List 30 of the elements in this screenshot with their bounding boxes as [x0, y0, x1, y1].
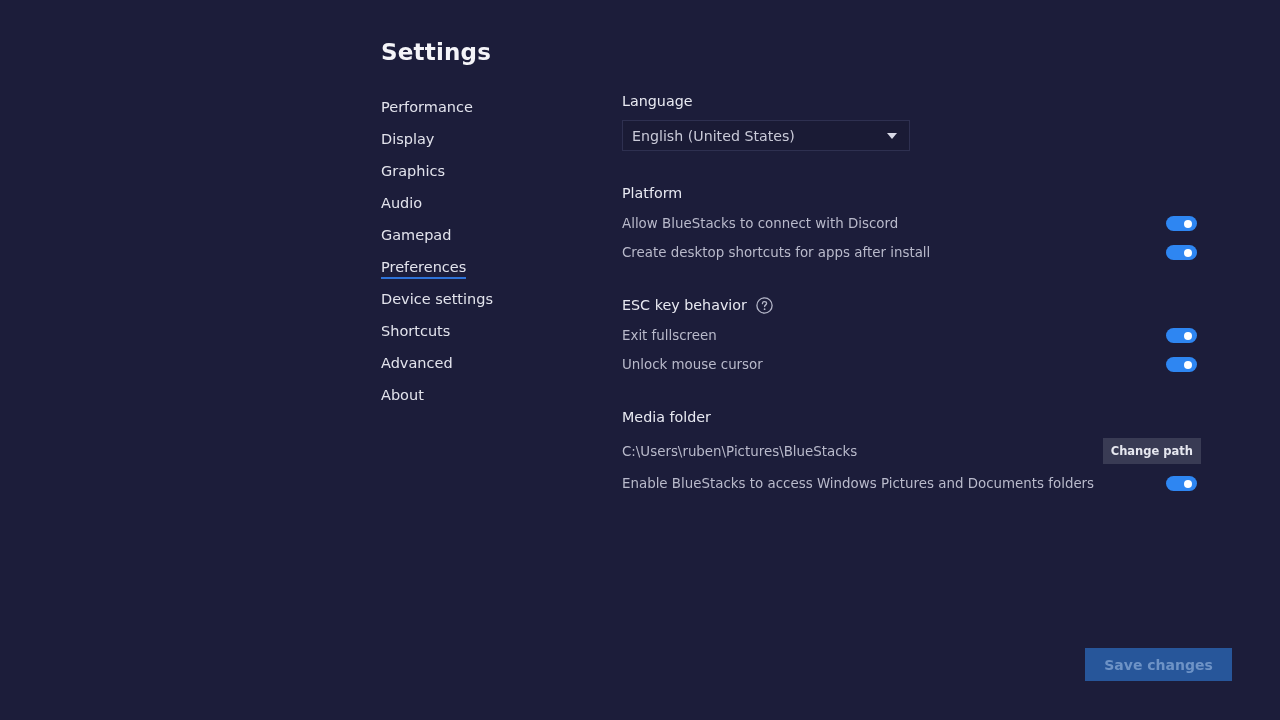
sidebar-item[interactable]: Gamepad: [381, 225, 452, 247]
sidebar-item[interactable]: Device settings: [381, 289, 494, 311]
page-title: Settings: [381, 38, 493, 67]
sidebar-item[interactable]: Audio: [381, 193, 423, 215]
folder-path: C:\Users\ruben\Pictures\BlueStacks: [622, 443, 858, 459]
setting-label: Enable BlueStacks to access Windows Pictures and Documents folders: [622, 476, 1095, 491]
sidebar-item[interactable]: Performance: [381, 97, 473, 119]
sidebar-item[interactable]: Graphics: [381, 161, 446, 183]
toggle-switch[interactable]: [1166, 328, 1197, 343]
sidebar-item[interactable]: Advanced: [381, 353, 453, 375]
setting-label: Exit fullscreen: [622, 328, 717, 343]
section-title: ESC key behavior: [622, 296, 747, 315]
toggle-switch[interactable]: [1166, 216, 1197, 231]
setting-label: Allow BlueStacks to connect with Discord: [622, 216, 899, 231]
toggle-switch[interactable]: [1166, 357, 1197, 372]
language-dropdown[interactable]: English (United States): [622, 120, 910, 151]
toggle-switch[interactable]: [1166, 476, 1197, 491]
change-path-button[interactable]: Change path: [1102, 438, 1201, 464]
sidebar-item[interactable]: Shortcuts: [381, 321, 451, 343]
section-title: Language: [622, 92, 694, 111]
sidebar-item[interactable]: About: [381, 385, 424, 407]
setting-label: Unlock mouse cursor: [622, 357, 763, 372]
sidebar-item[interactable]: Display: [381, 129, 435, 151]
section-title: Media folder: [622, 408, 711, 427]
setting-label: Create desktop shortcuts for apps after install: [622, 245, 931, 260]
sidebar-item[interactable]: Preferences: [381, 257, 467, 279]
caret-down-icon: [887, 132, 897, 139]
section-title: Platform: [622, 184, 683, 203]
help-icon[interactable]: [755, 296, 773, 314]
toggle-switch[interactable]: [1166, 245, 1197, 260]
